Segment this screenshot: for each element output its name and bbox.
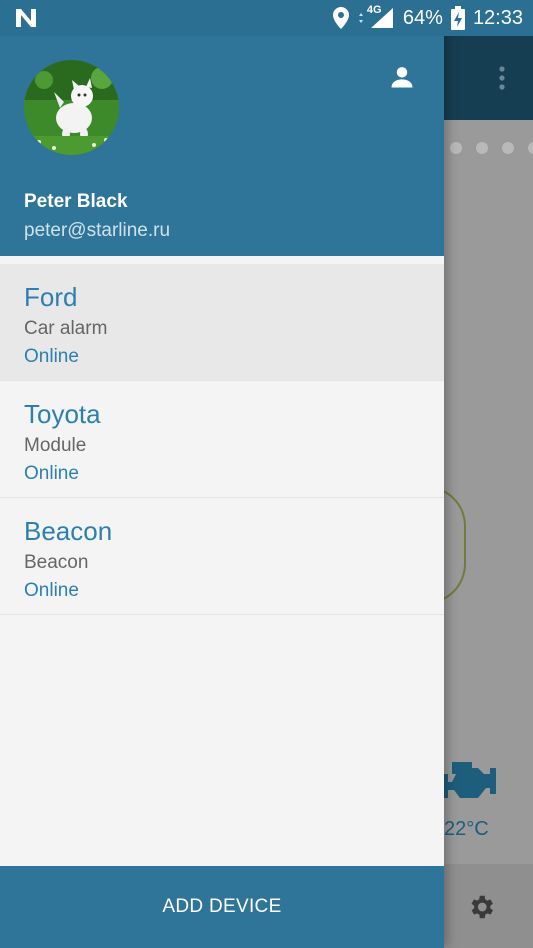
engine-temperature: 22°C [444, 818, 489, 840]
device-item-beacon[interactable]: Beacon Beacon Online [0, 498, 444, 615]
status-indicators: 4G 64% 12:33 [332, 0, 523, 36]
gear-icon[interactable] [466, 892, 496, 922]
device-type: Module [24, 435, 87, 456]
device-name: Beacon [24, 516, 113, 546]
device-type: Beacon [24, 552, 89, 573]
device-name: Ford [24, 282, 78, 312]
page-indicator [450, 142, 533, 154]
status-bar: 4G 64% 12:33 [0, 0, 533, 36]
battery-charging-icon [450, 6, 465, 30]
device-status: Online [24, 463, 79, 484]
account-icon[interactable] [388, 63, 416, 91]
user-email: peter@starline.ru [24, 220, 171, 241]
user-name: Peter Black [24, 191, 128, 212]
device-type: Car alarm [24, 318, 108, 339]
battery-percent: 64% [402, 6, 443, 29]
navigation-drawer: Peter Black peter@starline.ru Ford Car a… [0, 0, 444, 948]
drawer-header: Peter Black peter@starline.ru [0, 36, 444, 256]
add-device-button[interactable]: ADD DEVICE [0, 866, 444, 948]
location-icon [332, 7, 349, 29]
clock: 12:33 [472, 6, 523, 29]
signal-icon [358, 8, 393, 28]
device-item-toyota[interactable]: Toyota Module Online [0, 381, 444, 498]
device-name: Toyota [24, 399, 101, 429]
more-vert-icon[interactable] [499, 66, 505, 90]
avatar[interactable] [24, 60, 119, 155]
device-status: Online [24, 580, 79, 601]
device-status: Online [24, 346, 79, 367]
device-item-ford[interactable]: Ford Car alarm Online [0, 264, 444, 381]
notification-n-icon [16, 9, 36, 27]
device-list: Ford Car alarm Online Toyota Module Onli… [0, 264, 444, 615]
engine-icon [442, 762, 496, 798]
cat-photo [24, 60, 119, 155]
